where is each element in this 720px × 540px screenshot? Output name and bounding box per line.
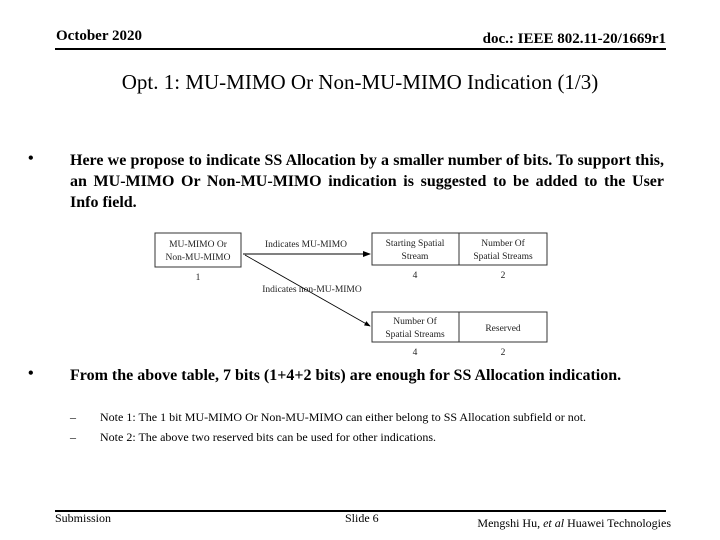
footer-author-name: Mengshi Hu, — [477, 516, 544, 530]
footer-author-etal: et al — [543, 516, 565, 530]
note-dash: – — [70, 430, 76, 444]
mu-field-1-line2: Stream — [402, 252, 430, 262]
source-field-bits: 1 — [196, 273, 201, 283]
non-mu-field-1-line1: Number Of — [393, 316, 437, 327]
source-field-line2: Non-MU-MIMO — [166, 253, 231, 263]
footer-author-org: Huawei Technologies — [564, 516, 671, 530]
mu-field-2-bits: 2 — [501, 271, 506, 281]
mu-field-2-line1: Number Of — [481, 238, 525, 249]
non-mu-field-1-line2: Spatial Streams — [385, 330, 445, 340]
non-mu-field-1-bits: 4 — [413, 348, 418, 358]
bullet-text-conclusion: From the above table, 7 bits (1+4+2 bits… — [70, 367, 622, 384]
footer-author: Mengshi Hu, et al Huawei Technologies — [477, 516, 671, 531]
non-mu-field-2-label: Reserved — [485, 324, 521, 334]
field-diagram: MU-MIMO Or Non-MU-MIMO 1 Indicates MU-MI… — [154, 232, 548, 358]
bullet-marker: • — [28, 150, 34, 167]
arrow-non-mu-mimo-label: Indicates non-MU-MIMO — [262, 285, 362, 295]
footer-submission: Submission — [55, 511, 112, 525]
non-mu-field-2-bits: 2 — [501, 348, 506, 358]
header-date: October 2020 — [56, 28, 142, 44]
mu-field-2-line2: Spatial Streams — [473, 252, 533, 262]
note-dash: – — [70, 410, 76, 424]
slide-title: Opt. 1: MU-MIMO Or Non-MU-MIMO Indicatio… — [121, 70, 599, 94]
arrow-mu-mimo-label: Indicates MU-MIMO — [265, 240, 347, 250]
note-1: Note 1: The 1 bit MU-MIMO Or Non-MU-MIMO… — [100, 410, 587, 424]
header-doc-id: doc.: IEEE 802.11-20/1669r1 — [482, 31, 666, 47]
bullet-text-proposal: Here we propose to indicate SS Allocatio… — [70, 152, 664, 211]
mu-field-1-line1: Starting Spatial — [386, 239, 445, 249]
footer-slide-number: Slide 6 — [345, 511, 379, 525]
note-2: Note 2: The above two reserved bits can … — [100, 430, 437, 444]
mu-field-1-bits: 4 — [413, 271, 418, 281]
source-field-line1: MU-MIMO Or — [169, 240, 228, 250]
bullet-marker: • — [28, 365, 34, 382]
header-divider — [55, 48, 666, 50]
